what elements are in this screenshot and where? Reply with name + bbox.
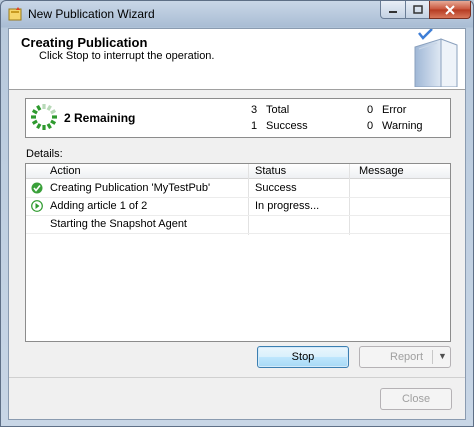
column-header-status[interactable]: Status [255,165,286,177]
column-header-message[interactable]: Message [359,165,404,177]
row-action: Starting the Snapshot Agent [50,218,187,230]
minimize-button[interactable] [380,1,406,19]
stop-button[interactable]: Stop [257,346,349,368]
page-title: Creating Publication [21,35,148,50]
remaining-count: 2 Remaining [64,111,136,125]
wizard-header: Creating Publication Click Stop to inter… [9,29,465,90]
wizard-app-icon [8,7,22,21]
report-button-label: Report [390,351,424,363]
success-count: 1 [251,120,258,132]
spinner-segment [50,119,57,125]
spinner-segment [50,109,57,115]
grid-header: Action Status Message [26,164,450,179]
close-button[interactable]: Close [380,388,452,410]
error-count: 0 [367,104,374,116]
table-row[interactable]: Adding article 1 of 2 In progress... [26,197,450,216]
close-icon [445,4,455,15]
spinner-segment [36,123,42,130]
spinner-segment [46,104,52,111]
success-check-icon [31,182,43,194]
details-grid[interactable]: Action Status Message Creating Publicati… [25,163,451,342]
row-action: Adding article 1 of 2 [50,200,148,212]
close-window-button[interactable] [429,1,471,19]
progress-spinner-icon [31,104,57,130]
spinner-segment [31,119,38,125]
row-status: In progress... [255,200,320,212]
maximize-button[interactable] [405,1,430,19]
in-progress-arrow-icon [31,200,43,212]
title-bar[interactable]: New Publication Wizard [1,1,473,27]
details-label: Details: [26,148,63,160]
footer-divider [9,377,465,378]
column-header-action[interactable]: Action [50,165,81,177]
maximize-icon [412,5,423,14]
report-button[interactable]: Report ▼ [359,346,451,368]
window-title: New Publication Wizard [28,7,155,21]
table-row[interactable]: Creating Publication 'MyTestPub' Success [26,179,450,198]
total-label: Total [266,104,290,116]
success-label: Success [266,120,308,132]
dropdown-separator [432,350,433,364]
wizard-client-area: Creating Publication Click Stop to inter… [8,28,466,420]
minimize-icon [389,10,397,13]
wizard-window: New Publication Wizard Creating Publicat… [0,0,474,427]
chevron-down-icon[interactable]: ▼ [438,351,447,361]
total-count: 3 [251,104,258,116]
page-subtitle: Click Stop to interrupt the operation. [39,50,215,62]
table-row[interactable]: Starting the Snapshot Agent [26,215,450,234]
error-label: Error [382,104,407,116]
row-status: Success [255,182,297,194]
row-action: Creating Publication 'MyTestPub' [50,182,211,194]
spinner-segment [36,104,42,111]
progress-summary-panel: 2 Remaining 3 Total 1 Success 0 Error 0 … [25,98,451,138]
wizard-book-icon [414,29,458,87]
spinner-segment [46,123,52,130]
warning-count: 0 [367,120,374,132]
warning-label: Warning [382,120,423,132]
spinner-segment [31,109,38,115]
